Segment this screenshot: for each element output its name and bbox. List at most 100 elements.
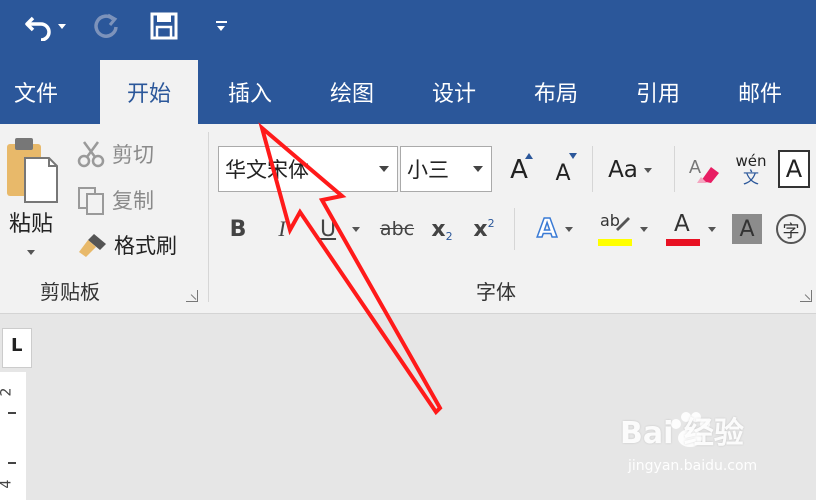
clipboard-group-label: 剪贴板 [40,280,100,304]
font-name-combo[interactable]: 华文宋体 [218,146,398,192]
phonetic-bottom: 文 [742,168,759,187]
ruler-strip: 2 4 [0,372,26,500]
italic-button[interactable]: I [266,208,298,250]
tab-layout[interactable]: 布局 [518,60,594,124]
tab-draw[interactable]: 绘图 [314,60,390,124]
chevron-down-icon [27,250,35,255]
clear-formatting-button[interactable]: A [684,148,724,192]
italic-letter: I [278,216,286,241]
strikethrough-label: abc [379,218,415,240]
character-shading-button[interactable]: A [732,214,762,244]
character-border-letter: A [785,155,803,183]
superscript-mark: 2 [487,216,495,230]
tab-insert[interactable]: 插入 [212,60,288,124]
tab-file[interactable]: 文件 [0,60,72,124]
underline-letter: U [319,216,337,242]
subscript-button[interactable]: x 2 [424,208,460,250]
superscript-base: x [473,216,488,242]
highlight-swatch [598,239,632,246]
chevron-down-icon [217,26,225,31]
tab-references[interactable]: 引用 [620,60,696,124]
bold-letter: B [229,216,247,242]
tab-mailings[interactable]: 邮件 [722,60,798,124]
svg-text:A: A [689,157,701,177]
eraser-icon: A [689,157,719,183]
font-name-value: 华文宋体 [225,158,309,182]
chevron-down-icon [379,166,389,172]
text-effects-button[interactable]: A [526,208,584,250]
format-painter-button[interactable]: 格式刷 [76,224,190,266]
enclose-characters-button[interactable]: 字 [776,214,806,244]
font-dialog-launcher[interactable] [800,290,812,302]
watermark-main: Bai 经验 [620,416,744,451]
group-divider [208,132,209,302]
character-shading-letter: A [739,216,755,242]
enclose-letter: 字 [782,221,800,242]
format-painter-label: 格式刷 [114,234,177,258]
baidu-jingyan-watermark: Bai 经验 jingyan.baidu.com [620,408,800,488]
chevron-down-icon [352,226,361,232]
tab-home[interactable]: 开始 [100,60,198,124]
shrink-font-button[interactable]: A [546,148,580,192]
highlighter-icon [616,217,630,231]
customize-qat-button[interactable] [208,6,234,46]
chevron-down-icon [565,226,574,232]
change-case-button[interactable]: Aa [600,148,660,192]
repeat-icon [94,13,118,38]
font-color-button[interactable]: A [660,208,722,250]
ribbon-tabs: 文件 开始 插入 绘图 设计 布局 引用 邮件 [0,52,816,124]
save-icon [150,12,178,40]
cut-button[interactable]: 剪切 [76,134,166,174]
phonetic-guide-button[interactable]: wén 文 [732,146,770,194]
copy-button[interactable]: 复制 [76,180,166,220]
cut-label: 剪切 [112,143,154,167]
dash-icon [215,21,227,23]
font-size-value: 小三 [407,158,449,182]
quick-access-toolbar [0,0,816,52]
font-color-swatch [666,239,700,246]
triangle-down-icon [569,153,577,159]
ruler-tick [8,462,16,464]
scissors-icon [77,141,105,168]
shrink-font-letter: A [555,160,571,186]
ribbon: 粘贴 剪切 复制 格式刷 剪贴板 华文宋体 小三 A A Aa A wén 文 … [0,124,816,314]
strikethrough-button[interactable]: abc [378,208,416,250]
save-button[interactable] [146,6,182,46]
tab-selector[interactable]: L [2,328,32,368]
vertical-ruler: L 2 4 [0,318,34,500]
clipboard-icon [7,138,58,203]
subscript-mark: 2 [445,229,453,243]
bold-button[interactable]: B [222,208,254,250]
redo-button[interactable] [88,6,124,46]
group-divider [514,208,515,250]
character-border-button[interactable]: A [778,150,810,188]
superscript-button[interactable]: x 2 [466,208,502,250]
chevron-down-icon [643,167,652,173]
tab-design[interactable]: 设计 [416,60,492,124]
subscript-base: x [431,216,446,242]
highlight-color-button[interactable]: ab [592,208,654,250]
undo-button[interactable] [16,6,74,46]
text-effects-letter: A [536,213,558,245]
font-size-combo[interactable]: 小三 [400,146,492,192]
paintbrush-icon [79,234,106,257]
chevron-down-icon [708,226,716,232]
paste-label: 粘贴 [8,212,53,237]
underline-button[interactable]: U [310,208,370,250]
ruler-number: 4 [0,479,15,489]
ruler-tick [8,412,16,414]
grow-font-button[interactable]: A [502,148,536,192]
chevron-down-icon [473,166,483,172]
watermark-url: jingyan.baidu.com [628,458,758,474]
chevron-down-icon [640,226,648,232]
change-case-label: Aa [608,157,638,183]
paste-button[interactable]: 粘贴 [0,134,62,274]
group-divider [674,146,675,192]
group-divider [592,146,593,192]
copy-label: 复制 [112,189,154,213]
copy-icon [78,187,104,215]
undo-icon [25,16,51,41]
clipboard-dialog-launcher[interactable] [186,290,198,302]
triangle-up-icon [525,153,533,159]
font-color-letter: A [674,211,690,237]
